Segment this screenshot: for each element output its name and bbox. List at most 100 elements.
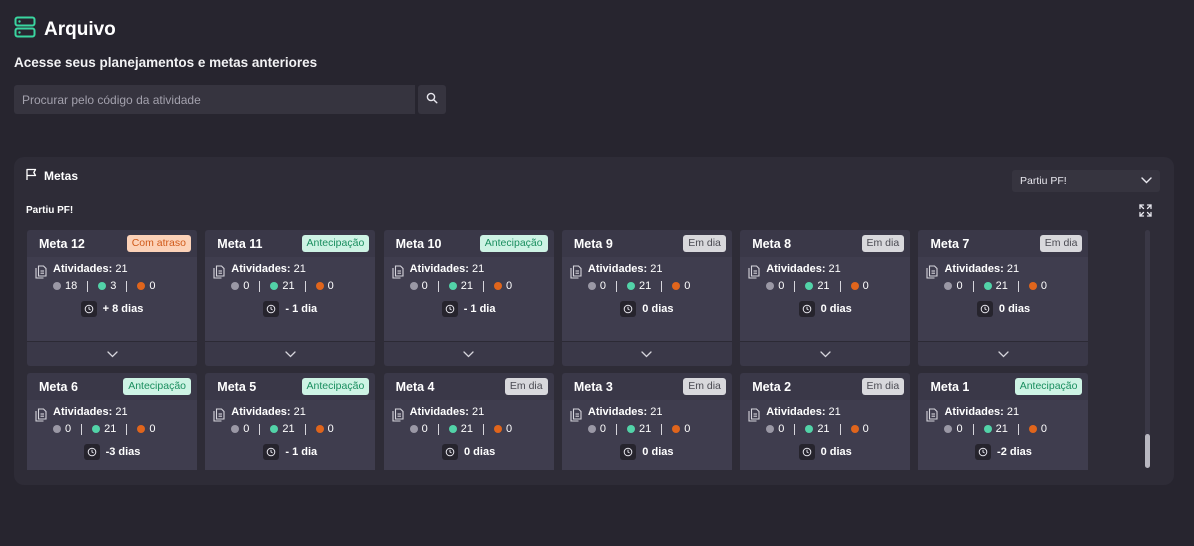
stat-teal: 21 xyxy=(270,280,295,292)
activities-value: 21 xyxy=(650,263,663,275)
activities-count: Atividades: 21 xyxy=(588,406,663,418)
group-label: Partiu PF! xyxy=(26,205,74,216)
stat-gray-value: 0 xyxy=(599,280,607,292)
activities-value: 21 xyxy=(471,263,485,275)
teal-dot-icon xyxy=(983,282,992,290)
stat-orange-value: 0 xyxy=(1040,423,1047,435)
meta-card-body: Atividades: 21 0 21 0 xyxy=(918,257,1089,341)
meta-card: Meta 10 Antecipação Atividades: 21 0 21 … xyxy=(383,230,554,366)
expand-icon[interactable] xyxy=(1139,204,1152,222)
activities-value: 21 xyxy=(1006,263,1020,275)
divider xyxy=(839,423,841,435)
scrollbar-thumb[interactable] xyxy=(1145,434,1150,468)
activities-label: Atividades: xyxy=(587,263,648,275)
clock-icon xyxy=(798,301,815,317)
document-icon xyxy=(213,408,225,427)
divider xyxy=(126,423,128,435)
meta-card: Meta 1 Antecipação Atividades: 21 0 21 0… xyxy=(918,373,1089,470)
meta-card-title: Meta 6 xyxy=(39,379,78,394)
days-value: -2 dias xyxy=(997,446,1032,458)
activities-label: Atividades: xyxy=(409,263,469,275)
clock-icon xyxy=(263,444,280,460)
stat-gray-value: 0 xyxy=(778,423,785,435)
document-icon xyxy=(35,408,47,427)
status-badge: Em dia xyxy=(861,235,905,252)
plan-select-value: Partiu PF! xyxy=(1020,175,1067,187)
panel-title-label: Metas xyxy=(44,169,79,183)
divider xyxy=(839,280,841,292)
stat-gray: 0 xyxy=(231,423,249,435)
stat-orange-value: 0 xyxy=(862,280,869,292)
activities-value: 21 xyxy=(115,406,128,418)
scrollbar[interactable] xyxy=(1145,230,1150,468)
days-delta: 0 dias xyxy=(740,301,910,317)
teal-dot-icon xyxy=(627,425,636,433)
stat-teal-value: 21 xyxy=(460,423,473,435)
activity-stats: 0 21 0 xyxy=(587,423,690,435)
meta-card-header: Meta 1 Antecipação xyxy=(918,373,1088,400)
meta-card-title: Meta 10 xyxy=(395,236,442,251)
expand-card-button[interactable] xyxy=(27,341,197,366)
stat-gray-value: 0 xyxy=(243,423,250,435)
clock-icon xyxy=(83,444,100,460)
stat-orange: 0 xyxy=(672,280,690,292)
expand-card-button[interactable] xyxy=(561,341,732,366)
divider xyxy=(437,423,439,435)
activities-value: 21 xyxy=(471,406,485,418)
activities-label: Atividades: xyxy=(766,406,826,418)
plan-select[interactable]: Partiu PF! xyxy=(1012,170,1160,192)
days-value: 0 dias xyxy=(820,446,852,458)
activities-label: Atividades: xyxy=(231,406,291,418)
activity-stats: 0 21 0 xyxy=(231,280,334,292)
days-value: - 1 dia xyxy=(463,303,496,315)
meta-card-body: Atividades: 21 0 21 0 xyxy=(740,400,911,470)
status-badge: Em dia xyxy=(504,378,548,395)
stat-gray-value: 0 xyxy=(778,280,785,292)
stat-gray-value: 0 xyxy=(421,280,428,292)
clock-icon xyxy=(620,444,637,460)
gray-dot-icon xyxy=(587,282,596,290)
expand-card-button[interactable] xyxy=(918,341,1089,366)
meta-card-body: Atividades: 21 18 3 0 + 8 dias xyxy=(27,257,197,341)
stat-gray: 0 xyxy=(766,423,784,435)
divider xyxy=(1017,423,1019,435)
days-value: - 1 dia xyxy=(285,303,318,315)
metas-panel: Metas Partiu PF! Partiu PF! Meta 12 Com … xyxy=(14,157,1174,485)
document-icon xyxy=(570,265,582,284)
divider xyxy=(972,423,974,435)
chevron-down-icon xyxy=(641,345,653,363)
meta-card-title: Meta 9 xyxy=(573,236,613,251)
gray-dot-icon xyxy=(766,425,775,433)
expand-card-button[interactable] xyxy=(740,341,911,366)
chevron-down-icon xyxy=(820,345,831,363)
orange-dot-icon xyxy=(1028,425,1037,433)
document-icon xyxy=(392,408,404,427)
meta-card: Meta 11 Antecipação Atividades: 21 0 21 … xyxy=(205,230,376,366)
teal-dot-icon xyxy=(270,425,279,433)
expand-card-button[interactable] xyxy=(205,341,376,366)
stat-teal: 21 xyxy=(983,423,1008,435)
divider xyxy=(794,423,796,435)
meta-card-title: Meta 2 xyxy=(752,379,792,394)
stat-orange: 0 xyxy=(315,423,334,435)
page-header: Arquivo xyxy=(14,16,116,43)
stat-gray: 0 xyxy=(766,280,784,292)
activities-count: Atividades: 21 xyxy=(231,263,306,275)
meta-card-title: Meta 4 xyxy=(395,379,435,394)
meta-card-body: Atividades: 21 0 21 0 xyxy=(205,257,376,341)
clock-icon xyxy=(80,301,97,317)
search-input[interactable] xyxy=(14,85,415,114)
meta-card-grid: Meta 12 Com atraso Atividades: 21 18 3 0… xyxy=(27,230,1091,470)
search-button[interactable] xyxy=(418,85,446,114)
days-delta: 0 dias xyxy=(740,444,910,460)
meta-card-body: Atividades: 21 0 21 0 xyxy=(918,400,1089,470)
status-badge: Em dia xyxy=(683,378,726,395)
gray-dot-icon xyxy=(53,425,61,433)
activities-value: 21 xyxy=(828,263,841,275)
expand-card-button[interactable] xyxy=(383,341,554,366)
stat-gray: 0 xyxy=(587,280,607,292)
clock-icon xyxy=(975,444,992,460)
divider xyxy=(661,280,663,292)
days-delta: 0 dias xyxy=(562,444,732,460)
stat-orange: 0 xyxy=(493,423,512,435)
